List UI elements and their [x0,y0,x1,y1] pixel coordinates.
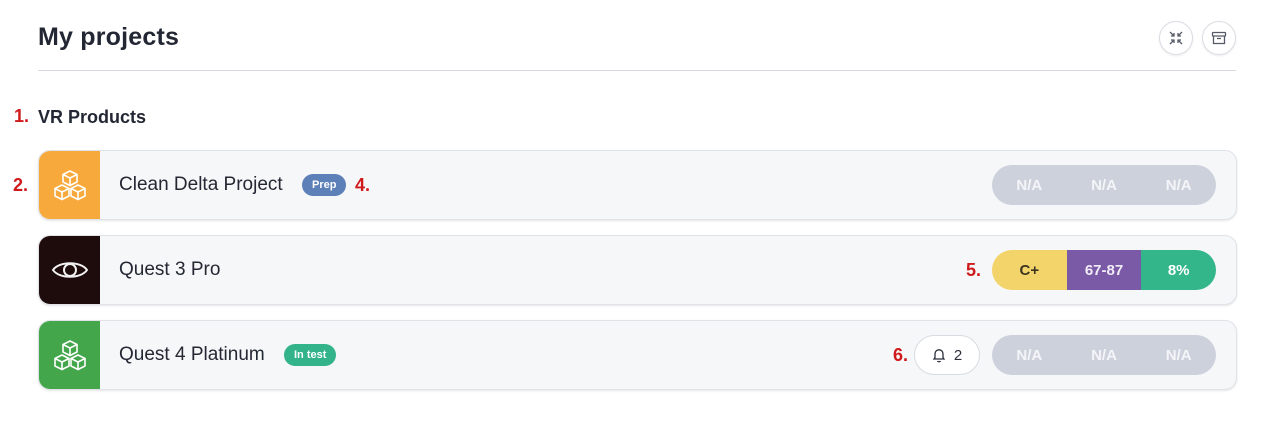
project-name: Clean Delta Project [119,174,283,195]
metric-grade: N/A [1016,346,1043,364]
project-card[interactable]: Clean Delta Project Prep N/A N/A N/A [38,150,1237,220]
notifications-button[interactable]: 2 [914,335,980,375]
metric-grade: C+ [992,250,1067,290]
project-name: Quest 3 Pro [119,259,221,280]
page-header: My projects [38,18,1236,71]
archive-box-icon [1211,31,1227,45]
status-badge: Prep [302,174,347,196]
collapse-all-button[interactable] [1159,21,1193,55]
annotation-1: 1. [14,106,30,126]
project-card[interactable]: Quest 4 Platinum In test 2 N/A N/A N/A [38,320,1237,390]
metrics-pill: N/A N/A N/A [992,165,1216,205]
annotation-2: 2. [13,175,29,195]
annotation-4: 4. [355,175,371,195]
project-name: Quest 4 Platinum [119,344,265,365]
page-title: My projects [38,23,180,51]
archive-button[interactable] [1202,21,1236,55]
annotation-5: 5. [966,260,982,280]
annotation-6: 6. [893,345,909,365]
metric-range: 67-87 [1066,250,1142,290]
project-tile [39,151,100,219]
collapse-arrows-icon [1169,31,1183,45]
section-title: VR Products [38,107,147,127]
metric-grade: N/A [1016,176,1043,194]
metric-percent: 8% [1141,250,1216,290]
status-badge: In test [284,344,337,366]
bell-icon [932,349,946,363]
metric-percent: N/A [1165,176,1192,194]
cubes-icon [53,340,86,371]
metrics-pill: C+ 67-87 8% [992,250,1216,290]
project-tile [39,321,100,389]
metrics-pill: N/A N/A N/A [992,335,1216,375]
cubes-icon [53,170,86,201]
eye-icon [51,262,88,278]
metric-percent: N/A [1165,346,1192,364]
metric-range: N/A [1091,176,1117,194]
metric-range: N/A [1091,346,1117,364]
project-card[interactable]: Quest 3 Pro C+ 67-87 8% [38,235,1237,305]
project-tile [39,236,100,304]
notification-count: 2 [953,346,963,364]
